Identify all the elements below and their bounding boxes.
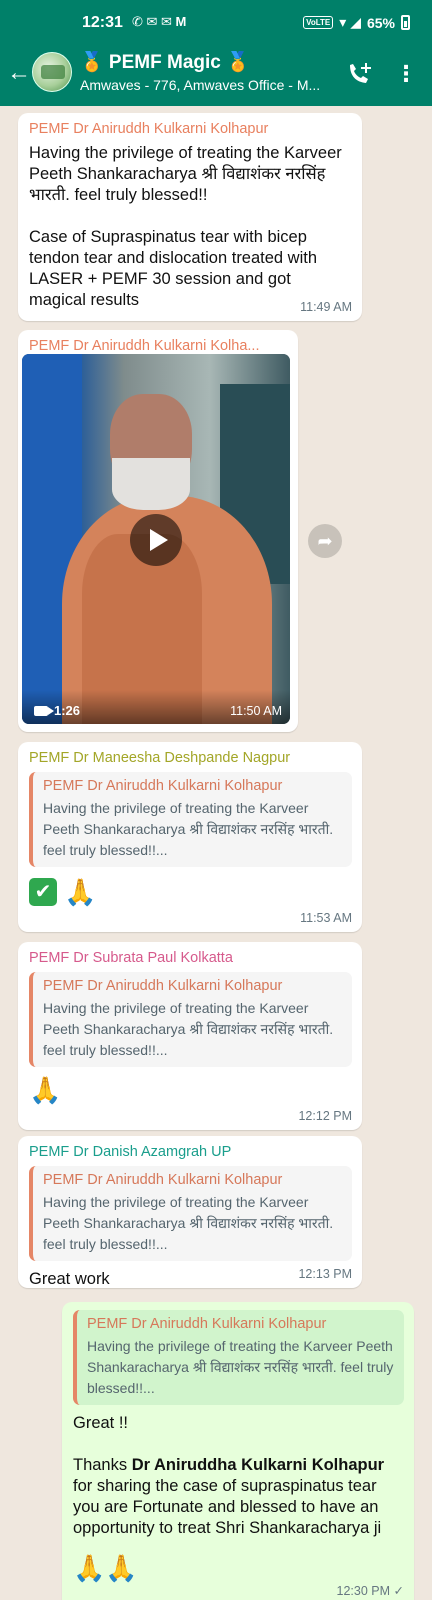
message-bubble[interactable]: PEMF Dr Subrata Paul Kolkatta PEMF Dr An… — [18, 942, 362, 1130]
message-text-line-1: Great !! — [73, 1414, 129, 1432]
folded-hands-icon: 🙏 — [29, 1075, 62, 1105]
outgoing-message-bubble[interactable]: PEMF Dr Aniruddh Kulkarni Kolhapur Havin… — [62, 1302, 414, 1600]
quote-author: PEMF Dr Aniruddh Kulkarni Kolhapur — [43, 978, 283, 994]
quoted-message[interactable]: PEMF Dr Aniruddh Kulkarni Kolhapur Havin… — [29, 772, 352, 867]
group-title[interactable]: 🏅 PEMF Magic 🏅 — [80, 50, 250, 74]
message-bubble[interactable]: PEMF Dr Danish Azamgrah UP PEMF Dr Aniru… — [18, 1136, 362, 1288]
message-time: 11:53 AM — [300, 911, 352, 925]
notification-icons: ✆ ✉ ✉ M — [132, 14, 187, 29]
more-options-icon[interactable]: ⋮ — [394, 60, 418, 88]
chat-header: 12:31 ✆ ✉ ✉ M VoLTE ▾ ◢ 65% ← 🏅 PEMF Mag… — [0, 0, 432, 106]
message-text-body: Thanks Dr Aniruddha Kulkarni Kolhapur for… — [73, 1455, 404, 1539]
status-bar: 12:31 ✆ ✉ ✉ M VoLTE ▾ ◢ 65% — [0, 0, 432, 46]
message-bubble[interactable]: PEMF Dr Aniruddh Kulkarni Kolhapur Havin… — [18, 113, 362, 321]
quote-author: PEMF Dr Aniruddh Kulkarni Kolhapur — [43, 778, 283, 794]
message-time: 12:13 PM — [298, 1267, 352, 1281]
quote-text: Having the privilege of treating the Kar… — [87, 1338, 394, 1396]
volte-icon: VoLTE — [303, 16, 334, 29]
sender-name[interactable]: PEMF Dr Aniruddh Kulkarni Kolha... — [29, 338, 288, 354]
quoted-message[interactable]: PEMF Dr Aniruddh Kulkarni Kolhapur Havin… — [29, 972, 352, 1067]
signal-icon: ▾ ◢ — [339, 14, 361, 30]
video-thumbnail[interactable]: 1:26 11:50 AM — [22, 354, 290, 724]
status-right: VoLTE ▾ ◢ 65% — [303, 14, 410, 31]
thanks-prefix: Thanks — [73, 1456, 132, 1474]
quoted-message[interactable]: PEMF Dr Aniruddh Kulkarni Kolhapur Havin… — [29, 1166, 352, 1261]
add-call-icon[interactable] — [344, 60, 374, 88]
group-avatar[interactable] — [32, 52, 72, 92]
message-time: 12:30 PM ✓ — [337, 1583, 404, 1598]
forward-icon[interactable]: ➦ — [308, 524, 342, 558]
sender-name[interactable]: PEMF Dr Subrata Paul Kolkatta — [29, 950, 352, 966]
sender-name[interactable]: PEMF Dr Maneesha Deshpande Nagpur — [29, 750, 352, 766]
quote-text: Having the privilege of treating the Kar… — [43, 800, 334, 858]
group-members-subtitle[interactable]: Amwaves - 776, Amwaves Office - M... — [80, 77, 330, 93]
folded-hands-icon: 🙏 — [64, 877, 97, 908]
folded-hands-icon: 🙏🙏 — [73, 1553, 138, 1583]
quote-text: Having the privilege of treating the Kar… — [43, 1194, 334, 1252]
quote-author: PEMF Dr Aniruddh Kulkarni Kolhapur — [43, 1172, 283, 1188]
quoted-message[interactable]: PEMF Dr Aniruddh Kulkarni Kolhapur Havin… — [73, 1310, 404, 1405]
battery-icon — [401, 15, 410, 30]
video-person-beard — [112, 458, 190, 510]
message-time-text: 12:30 PM — [336, 1584, 391, 1598]
video-camera-icon — [34, 705, 54, 716]
sent-tick-icon: ✓ — [393, 1584, 404, 1598]
message-time: 11:50 AM — [230, 704, 282, 718]
video-duration: 1:26 — [34, 703, 80, 718]
quote-text: Having the privilege of treating the Kar… — [43, 1000, 334, 1058]
sender-name[interactable]: PEMF Dr Aniruddh Kulkarni Kolhapur — [29, 121, 352, 137]
quote-author: PEMF Dr Aniruddh Kulkarni Kolhapur — [87, 1316, 327, 1332]
emoji-row: ✔ 🙏 — [29, 875, 352, 907]
battery-percent: 65% — [366, 14, 395, 31]
sender-name[interactable]: PEMF Dr Danish Azamgrah UP — [29, 1144, 352, 1160]
message-time: 12:12 PM — [298, 1109, 352, 1123]
mentioned-name: Dr Aniruddha Kulkarni Kolhapur — [131, 1456, 385, 1474]
back-arrow-icon[interactable]: ← — [6, 58, 32, 88]
message-text: Having the privilege of treating the Kar… — [29, 144, 342, 309]
status-time: 12:31 — [82, 14, 123, 31]
check-mark-icon: ✔ — [29, 878, 57, 907]
play-icon[interactable] — [130, 514, 182, 566]
message-text-rest: for sharing the case of supraspinatus te… — [73, 1477, 384, 1537]
video-duration-text: 1:26 — [54, 703, 81, 718]
message-bubble[interactable]: PEMF Dr Maneesha Deshpande Nagpur PEMF D… — [18, 742, 362, 932]
message-time: 11:49 AM — [300, 300, 352, 314]
